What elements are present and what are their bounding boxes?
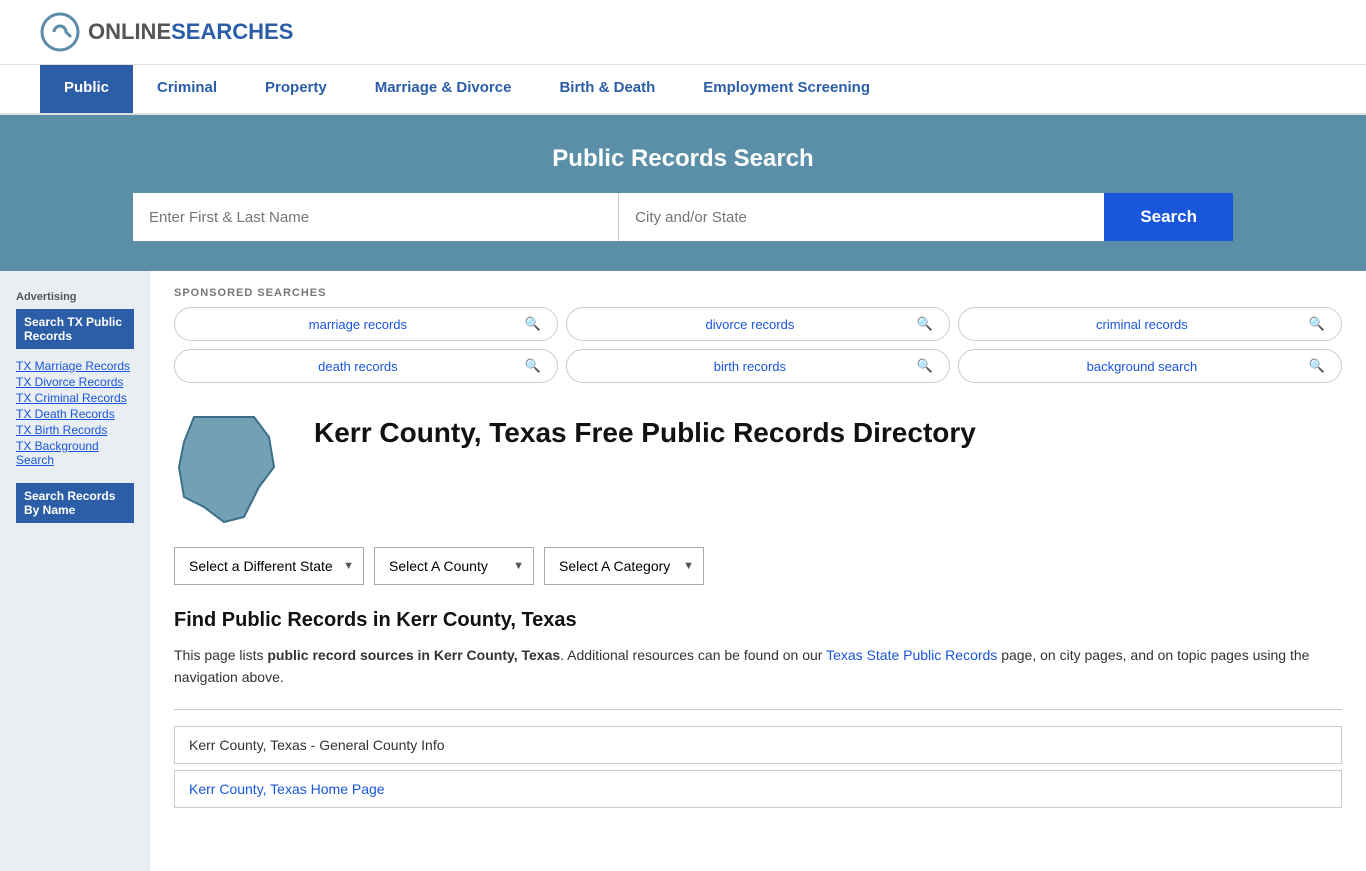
hero-title: Public Records Search [40,145,1326,173]
sponsored-label: SPONSORED SEARCHES [174,287,1342,299]
find-description: This page lists public record sources in… [174,644,1342,689]
nav-birth-death[interactable]: Birth & Death [535,65,679,113]
county-dropdown-wrapper: Select A County [374,547,534,585]
main-nav: Public Criminal Property Marriage & Divo… [0,65,1366,115]
pill-birth-link[interactable]: birth records [583,359,917,374]
texas-records-link[interactable]: Texas State Public Records [826,647,997,663]
logo: ONLINESEARCHES [40,12,293,52]
content-area: SPONSORED SEARCHES marriage records 🔍 di… [150,271,1366,871]
pill-background-link[interactable]: background search [975,359,1309,374]
find-desc-bold: public record sources in Kerr County, Te… [267,647,560,663]
pill-divorce[interactable]: divorce records 🔍 [566,307,950,341]
sidebar-link-death[interactable]: TX Death Records [16,407,134,421]
name-input[interactable] [133,193,619,241]
category-dropdown[interactable]: Select A Category [544,547,704,585]
county-title: Kerr County, Texas Free Public Records D… [314,417,976,449]
pill-criminal-link[interactable]: criminal records [975,317,1309,332]
logo-icon [40,12,80,52]
main-wrapper: Advertising Search TX Public Records TX … [0,271,1366,871]
search-icon-1: 🔍 [525,316,541,332]
dropdown-row: Select a Different State Select A County… [174,547,1342,585]
nav-marriage-divorce[interactable]: Marriage & Divorce [351,65,536,113]
sidebar-ad-label: Advertising [16,291,134,303]
pill-criminal[interactable]: criminal records 🔍 [958,307,1342,341]
pill-divorce-link[interactable]: divorce records [583,317,917,332]
record-general[interactable]: Kerr County, Texas - General County Info [174,726,1342,764]
search-icon-5: 🔍 [917,358,933,374]
sidebar-link-birth[interactable]: TX Birth Records [16,423,134,437]
pill-death-link[interactable]: death records [191,359,525,374]
search-icon-2: 🔍 [917,316,933,332]
pill-marriage-link[interactable]: marriage records [191,317,525,332]
find-title: Find Public Records in Kerr County, Texa… [174,609,1342,632]
sidebar-link-marriage[interactable]: TX Marriage Records [16,359,134,373]
category-dropdown-wrapper: Select A Category [544,547,704,585]
pill-birth[interactable]: birth records 🔍 [566,349,950,383]
record-homepage[interactable]: Kerr County, Texas Home Page [174,770,1342,808]
search-icon-3: 🔍 [1309,316,1325,332]
search-icon-6: 🔍 [1309,358,1325,374]
hero-section: Public Records Search Search [0,115,1366,271]
texas-map-icon [174,407,294,527]
search-button[interactable]: Search [1104,193,1233,241]
pill-death[interactable]: death records 🔍 [174,349,558,383]
pill-background[interactable]: background search 🔍 [958,349,1342,383]
find-desc-suffix: . Additional resources can be found on o… [560,647,826,663]
search-tx-button[interactable]: Search TX Public Records [16,309,134,349]
pill-marriage[interactable]: marriage records 🔍 [174,307,558,341]
county-header: Kerr County, Texas Free Public Records D… [174,407,1342,527]
site-header: ONLINESEARCHES [0,0,1366,65]
record-homepage-link[interactable]: Kerr County, Texas Home Page [189,781,385,797]
sidebar-link-divorce[interactable]: TX Divorce Records [16,375,134,389]
sidebar-link-background[interactable]: TX Background Search [16,439,134,467]
logo-text: ONLINESEARCHES [88,19,293,45]
sidebar: Advertising Search TX Public Records TX … [0,271,150,871]
state-dropdown-wrapper: Select a Different State [174,547,364,585]
sponsored-searches: marriage records 🔍 divorce records 🔍 cri… [174,307,1342,383]
location-input[interactable] [619,193,1104,241]
sidebar-search-label: Search Records By Name [16,483,134,523]
nav-criminal[interactable]: Criminal [133,65,241,113]
state-dropdown[interactable]: Select a Different State [174,547,364,585]
find-desc-prefix: This page lists [174,647,267,663]
county-dropdown[interactable]: Select A County [374,547,534,585]
search-icon-4: 🔍 [525,358,541,374]
sidebar-link-criminal[interactable]: TX Criminal Records [16,391,134,405]
sidebar-links: TX Marriage Records TX Divorce Records T… [16,359,134,467]
nav-public[interactable]: Public [40,65,133,113]
nav-employment[interactable]: Employment Screening [679,65,894,113]
divider [174,709,1342,710]
nav-property[interactable]: Property [241,65,351,113]
search-bar: Search [133,193,1233,241]
